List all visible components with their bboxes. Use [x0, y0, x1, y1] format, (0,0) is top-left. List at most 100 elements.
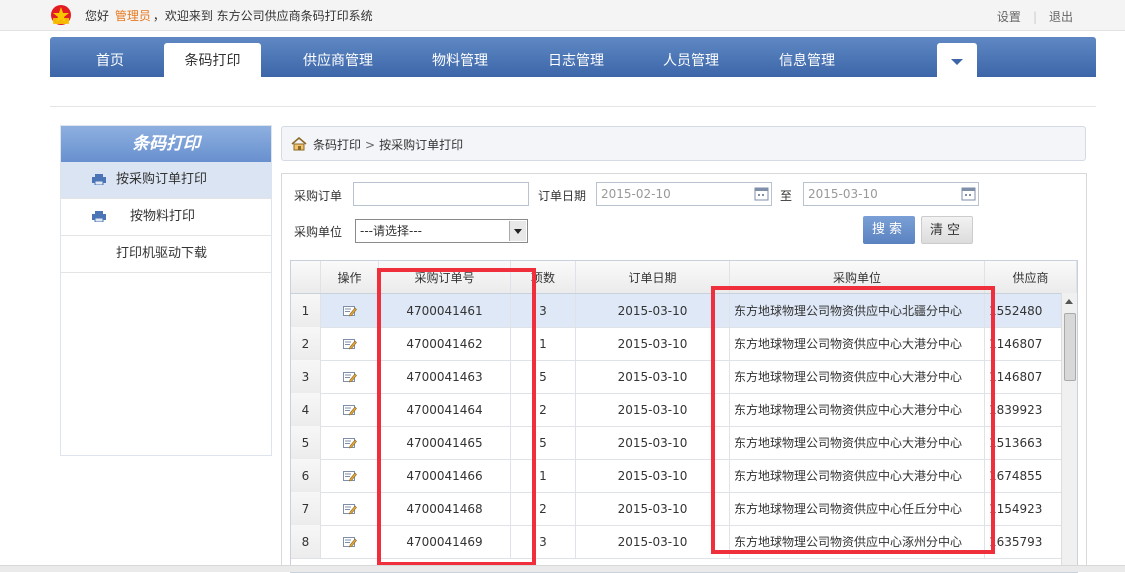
breadcrumb-separator: > — [365, 138, 376, 152]
row-action[interactable] — [321, 492, 379, 525]
sidebar-item-label: 按采购订单打印 — [116, 172, 208, 187]
table-row[interactable]: 5 4700041465 5 2015-03-10 东方地球物理公司物资供应中心大港分中… — [291, 426, 1077, 460]
row-order-no: 4700041463 — [379, 360, 511, 393]
header-action: 操作 — [321, 261, 379, 293]
grid-scrollbar[interactable] — [1061, 293, 1077, 571]
row-order-date: 2015-03-10 — [576, 360, 730, 393]
header-supplier[interactable]: 供应商 — [985, 261, 1077, 293]
header-order-date[interactable]: 订单日期 — [576, 261, 730, 293]
nav-tab-home[interactable]: 首页 — [50, 37, 170, 77]
table-row[interactable]: 2 4700041462 1 2015-03-10 东方地球物理公司物资供应中心大港分中… — [291, 327, 1077, 361]
edit-icon[interactable] — [342, 371, 357, 383]
calendar-icon[interactable] — [754, 186, 769, 201]
nav-tab-material[interactable]: 物料管理 — [413, 37, 507, 77]
table-row[interactable]: 3 4700041463 5 2015-03-10 东方地球物理公司物资供应中心大港分中… — [291, 360, 1077, 394]
nav-tab-info[interactable]: 信息管理 — [761, 37, 853, 77]
row-order-date: 2015-03-10 — [576, 327, 730, 360]
nav-tab-supplier[interactable]: 供应商管理 — [283, 37, 393, 77]
logout-link[interactable]: 退出 — [1037, 10, 1085, 24]
row-action[interactable] — [321, 459, 379, 492]
nav-tab-barcode-print[interactable]: 条码打印 — [164, 43, 261, 77]
sidebar: 条码打印 按采购订单打印 按物料打印 打印机驱动下载 — [60, 125, 272, 456]
row-index: 4 — [291, 393, 321, 426]
row-action[interactable] — [321, 327, 379, 360]
row-index: 8 — [291, 525, 321, 558]
chevron-down-icon[interactable] — [509, 221, 526, 241]
company-logo-icon — [51, 5, 71, 25]
row-index: 7 — [291, 492, 321, 525]
table-row[interactable]: 7 4700041468 2 2015-03-10 东方地球物理公司物资供应中心任丘分中… — [291, 492, 1077, 526]
sidebar-title: 条码打印 — [61, 126, 271, 162]
breadcrumb-root[interactable]: 条码打印 — [313, 138, 361, 152]
row-item-count: 2 — [511, 492, 576, 525]
row-item-count: 5 — [511, 360, 576, 393]
row-purchase-unit: 东方地球物理公司物资供应中心任丘分中心 — [730, 492, 985, 525]
printer-icon — [92, 174, 106, 185]
purchase-unit-select[interactable]: ---请选择--- — [355, 219, 528, 243]
row-action[interactable] — [321, 360, 379, 393]
order-label: 采购订单 — [294, 189, 343, 203]
row-purchase-unit: 东方地球物理公司物资供应中心大港分中心 — [730, 327, 985, 360]
edit-icon[interactable] — [342, 470, 357, 482]
edit-icon[interactable] — [342, 536, 357, 548]
row-item-count: 1 — [511, 327, 576, 360]
greeting-text: 您好 管理员 ，欢迎来到 东方公司供应商条码打印系统 — [85, 7, 373, 24]
scrollbar-thumb[interactable] — [1064, 313, 1076, 381]
table-row[interactable]: 8 4700041469 3 2015-03-10 东方地球物理公司物资供应中心涿州分中… — [291, 525, 1077, 559]
date-to-value: 2015-03-10 — [808, 187, 878, 201]
table-row[interactable]: 1 4700041461 3 2015-03-10 东方地球物理公司物资供应中心北疆分中… — [291, 294, 1077, 328]
current-user: 管理员 — [114, 9, 151, 23]
sidebar-item-by-material[interactable]: 按物料打印 — [61, 199, 271, 236]
header-index — [291, 261, 321, 293]
header-item-count[interactable]: 项数 — [511, 261, 576, 293]
orders-grid: 操作 采购订单号 项数 订单日期 采购单位 供应商 1 4700041461 3 20… — [290, 260, 1078, 573]
edit-icon[interactable] — [342, 338, 357, 350]
row-action[interactable] — [321, 393, 379, 426]
welcome-text: ，欢迎来到 东方公司供应商条码打印系统 — [152, 9, 373, 23]
row-order-no: 4700041466 — [379, 459, 511, 492]
row-item-count: 2 — [511, 393, 576, 426]
row-item-count: 3 — [511, 525, 576, 558]
home-icon[interactable] — [291, 137, 307, 151]
row-index: 3 — [291, 360, 321, 393]
edit-icon[interactable] — [342, 305, 357, 317]
edit-icon[interactable] — [342, 437, 357, 449]
row-action[interactable] — [321, 525, 379, 558]
search-button[interactable]: 搜索 — [863, 216, 915, 244]
row-purchase-unit: 东方地球物理公司物资供应中心涿州分中心 — [730, 525, 985, 558]
row-action[interactable] — [321, 294, 379, 327]
row-order-no: 4700041469 — [379, 525, 511, 558]
edit-icon[interactable] — [342, 503, 357, 515]
purchase-unit-selected: ---请选择--- — [360, 224, 422, 238]
greeting-hello: 您好 — [85, 9, 110, 23]
row-order-date: 2015-03-10 — [576, 426, 730, 459]
scroll-up-icon[interactable] — [1065, 299, 1073, 304]
nav-tab-staff[interactable]: 人员管理 — [645, 37, 737, 77]
sidebar-item-driver-download[interactable]: 打印机驱动下载 — [61, 236, 271, 273]
order-number-input[interactable] — [353, 182, 529, 206]
row-action[interactable] — [321, 426, 379, 459]
printer-icon — [92, 211, 106, 222]
table-row[interactable]: 4 4700041464 2 2015-03-10 东方地球物理公司物资供应中心大港分中… — [291, 393, 1077, 427]
date-from-input[interactable]: 2015-02-10 — [596, 182, 772, 206]
row-order-date: 2015-03-10 — [576, 459, 730, 492]
settings-link[interactable]: 设置 — [985, 10, 1033, 24]
header-order-no[interactable]: 采购订单号 — [379, 261, 511, 293]
top-bar: 您好 管理员 ，欢迎来到 东方公司供应商条码打印系统 设置 | 退出 — [0, 0, 1125, 31]
header-purchase-unit[interactable]: 采购单位 — [730, 261, 985, 293]
table-row[interactable]: 6 4700041466 1 2015-03-10 东方地球物理公司物资供应中心大港分中… — [291, 459, 1077, 493]
sidebar-item-by-order[interactable]: 按采购订单打印 — [61, 162, 271, 199]
clear-button[interactable]: 清空 — [921, 216, 973, 244]
breadcrumb-current: 按采购订单打印 — [379, 138, 464, 152]
edit-icon[interactable] — [342, 404, 357, 416]
row-index: 6 — [291, 459, 321, 492]
breadcrumb: 条码打印 > 按采购订单打印 — [281, 126, 1086, 161]
date-to-input[interactable]: 2015-03-10 — [803, 182, 979, 206]
order-date-label: 订单日期 — [538, 189, 587, 203]
calendar-icon[interactable] — [961, 186, 976, 201]
purchase-unit-label: 采购单位 — [294, 225, 343, 239]
nav-dropdown-chevron-down-icon[interactable] — [937, 43, 977, 77]
row-purchase-unit: 东方地球物理公司物资供应中心大港分中心 — [730, 360, 985, 393]
row-order-date: 2015-03-10 — [576, 492, 730, 525]
nav-tab-log[interactable]: 日志管理 — [530, 37, 622, 77]
